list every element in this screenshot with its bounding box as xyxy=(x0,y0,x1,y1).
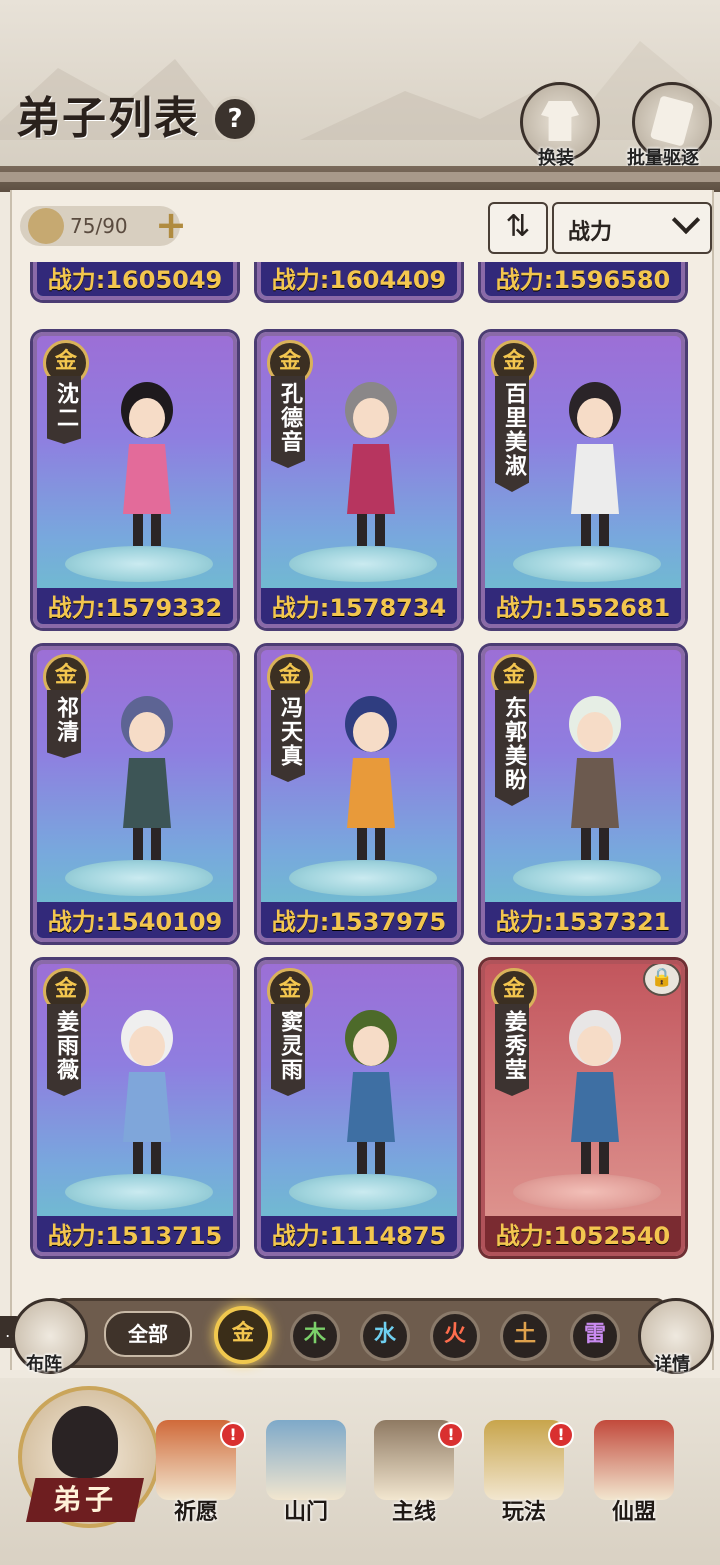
sort-select-value: 战力 xyxy=(568,220,613,245)
nav-label: 弟子 xyxy=(26,1478,144,1522)
formation-label: 布阵 xyxy=(26,1354,62,1375)
disciple-name: 窦灵雨 xyxy=(271,1004,305,1096)
nav-item[interactable]: 主线! xyxy=(364,1410,464,1550)
disciple-card[interactable]: 金东郭美盼 战力:1537321 xyxy=(481,646,685,942)
disciple-card[interactable]: 金姜秀莹 战力:1052540 🔒 xyxy=(481,960,685,1256)
alliance-icon xyxy=(594,1420,674,1500)
disciple-portrait xyxy=(345,1010,397,1174)
disciple-name: 孔德音 xyxy=(271,376,305,468)
disciple-name: 沈二 xyxy=(47,376,81,444)
element-filter-button[interactable]: 土 xyxy=(500,1311,550,1361)
element-filter-button[interactable]: 火 xyxy=(430,1311,480,1361)
sort-order-button[interactable]: ⇅ xyxy=(488,202,548,254)
gate-icon xyxy=(266,1420,346,1500)
filter-all-button[interactable]: 全部 xyxy=(104,1311,192,1357)
disciple-power: 战力:1578734 xyxy=(261,588,457,624)
nav-label: 祈愿 xyxy=(173,1500,218,1525)
disciple-name: 东郭美盼 xyxy=(495,690,529,806)
disciple-portrait xyxy=(569,696,621,860)
notification-badge: ! xyxy=(438,1422,464,1448)
disciple-power: 战力:1537975 xyxy=(261,902,457,938)
disciple-power: 战力:1552681 xyxy=(485,588,681,624)
dismiss-scroll-icon xyxy=(649,95,695,147)
nav-item[interactable]: 祈愿! xyxy=(146,1410,246,1550)
nav-item[interactable]: 山门 xyxy=(256,1410,356,1550)
disciple-count: 75/90 xyxy=(70,214,128,238)
lock-icon[interactable]: 🔒 xyxy=(643,964,681,996)
disciple-card-partial[interactable]: 战力:1604409 xyxy=(257,262,461,300)
nav-label: 主线 xyxy=(391,1500,436,1525)
disciple-portrait xyxy=(569,1010,621,1174)
disciple-portrait xyxy=(345,696,397,860)
disciple-card[interactable]: 金祁清 战力:1540109 xyxy=(33,646,237,942)
disciple-portrait xyxy=(121,1010,173,1174)
disciple-card[interactable]: 金窦灵雨 战力:1114875 xyxy=(257,960,461,1256)
disciple-card[interactable]: 金百里美淑 战力:1552681 xyxy=(481,332,685,628)
disciple-power: 战力:1596580 xyxy=(485,262,681,296)
notification-badge: ! xyxy=(548,1422,574,1448)
disciple-power: 战力:1540109 xyxy=(37,902,233,938)
disciple-power: 战力:1605049 xyxy=(37,262,233,296)
disciple-card-partial[interactable]: 战力:1605049 xyxy=(33,262,237,300)
disciple-card[interactable]: 金冯天真 战力:1537975 xyxy=(257,646,461,942)
robe-icon xyxy=(541,101,579,141)
nav-label: 仙盟 xyxy=(611,1500,656,1525)
nav-item[interactable]: 仙盟 xyxy=(584,1410,684,1550)
disciple-power: 战力:1604409 xyxy=(261,262,457,296)
disciple-name: 姜雨薇 xyxy=(47,1004,81,1096)
page-title: 弟子列表 xyxy=(16,93,200,144)
element-filter-button[interactable]: 雷 xyxy=(570,1311,620,1361)
chevron-down-icon xyxy=(671,205,701,235)
disciple-card-partial[interactable]: 战力:1596580 xyxy=(481,262,685,300)
disciple-head-icon xyxy=(28,208,64,244)
nav-item[interactable]: 玩法! xyxy=(474,1410,574,1550)
disciple-name: 冯天真 xyxy=(271,690,305,782)
disciple-name: 祁清 xyxy=(47,690,81,758)
element-filter-button[interactable]: 木 xyxy=(290,1311,340,1361)
notification-badge: ! xyxy=(220,1422,246,1448)
element-filter-button[interactable]: 金 xyxy=(214,1306,272,1364)
disciple-power: 战力:1114875 xyxy=(261,1216,457,1252)
disciple-power: 战力:1579332 xyxy=(37,588,233,624)
disciple-grid: 战力:1605049 战力:1604409 战力:1596580 金沈二 战力:1579… xyxy=(0,262,720,1292)
sort-select[interactable]: 战力 xyxy=(552,202,712,254)
disciple-card[interactable]: 金姜雨薇 战力:1513715 xyxy=(33,960,237,1256)
nav-label: 山门 xyxy=(283,1500,328,1525)
disciple-icon xyxy=(52,1406,118,1478)
disciple-card[interactable]: 金孔德音 战力:1578734 xyxy=(257,332,461,628)
disciple-portrait xyxy=(345,382,397,546)
element-filter-button[interactable]: 水 xyxy=(360,1311,410,1361)
disciple-name: 姜秀莹 xyxy=(495,1004,529,1096)
disciple-power: 战力:1537321 xyxy=(485,902,681,938)
expand-capacity-button[interactable]: + xyxy=(154,206,188,244)
disciple-name: 百里美淑 xyxy=(495,376,529,492)
wood-rail-inner xyxy=(0,172,720,182)
disciple-card[interactable]: 金沈二 战力:1579332 xyxy=(33,332,237,628)
disciple-power: 战力:1513715 xyxy=(37,1216,233,1252)
disciple-portrait xyxy=(121,696,173,860)
nav-label: 玩法 xyxy=(501,1500,546,1525)
details-label: 详情 xyxy=(654,1354,690,1375)
help-button[interactable]: ? xyxy=(212,96,258,142)
disciple-portrait xyxy=(569,382,621,546)
disciple-power: 战力:1052540 xyxy=(485,1216,681,1252)
disciple-portrait xyxy=(121,382,173,546)
